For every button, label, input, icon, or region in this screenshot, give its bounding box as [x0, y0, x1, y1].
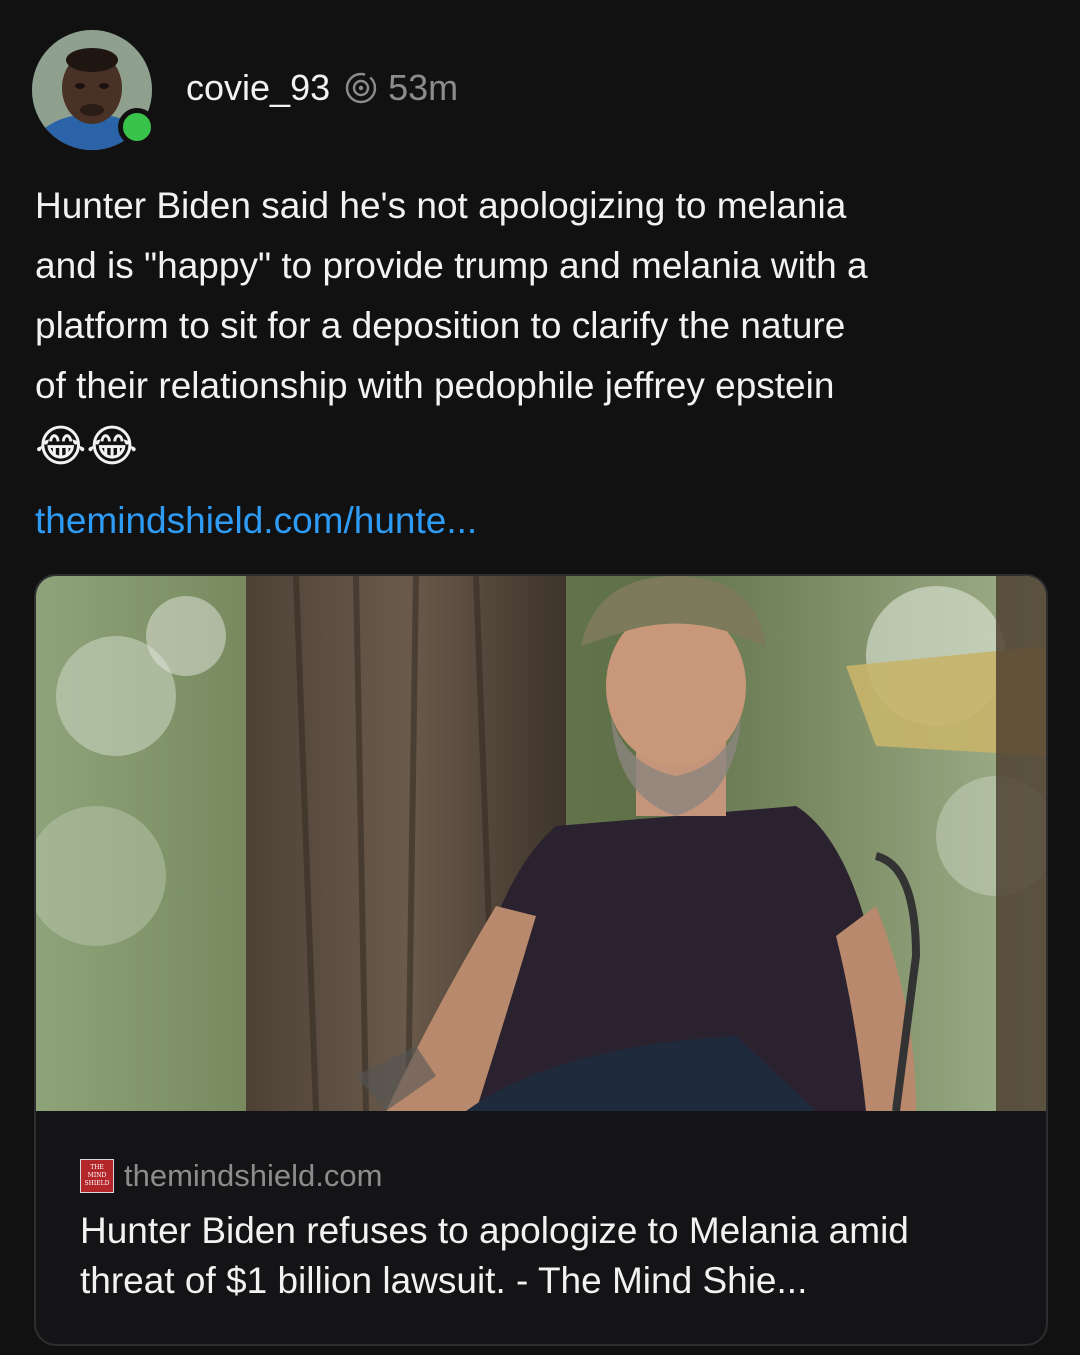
post-time: 53m	[388, 67, 459, 108]
post: covie_93 53m Hunter Biden said he's not …	[0, 0, 1080, 1355]
online-status-dot	[118, 108, 156, 146]
source-logo-line-1: THE	[90, 1164, 104, 1171]
source-logo-line-2: MIND	[87, 1172, 107, 1179]
link-preview-card[interactable]: THE MIND SHIELD themindshield.com Hunter…	[34, 574, 1048, 1346]
threads-icon	[344, 71, 378, 105]
post-meta: covie_93 53m	[186, 67, 458, 109]
link-preview-title: Hunter Biden refuses to apologize to Mel…	[80, 1210, 909, 1301]
source-logo-line-3: SHIELD	[84, 1180, 110, 1187]
post-link[interactable]: themindshield.com/hunte...	[35, 500, 477, 542]
link-preview-image	[36, 576, 1046, 1111]
post-text: Hunter Biden said he's not apologizing t…	[35, 185, 868, 406]
source-logo-icon: THE MIND SHIELD	[80, 1159, 114, 1193]
post-header: covie_93 53m	[32, 28, 458, 152]
link-preview-footer: THE MIND SHIELD themindshield.com Hunter…	[80, 1158, 1026, 1306]
username[interactable]: covie_93	[186, 67, 330, 109]
source-domain: themindshield.com	[124, 1158, 383, 1193]
emoji-reaction: 😂😂	[35, 422, 138, 471]
avatar[interactable]	[32, 30, 156, 150]
source-row: THE MIND SHIELD themindshield.com	[80, 1158, 1026, 1194]
